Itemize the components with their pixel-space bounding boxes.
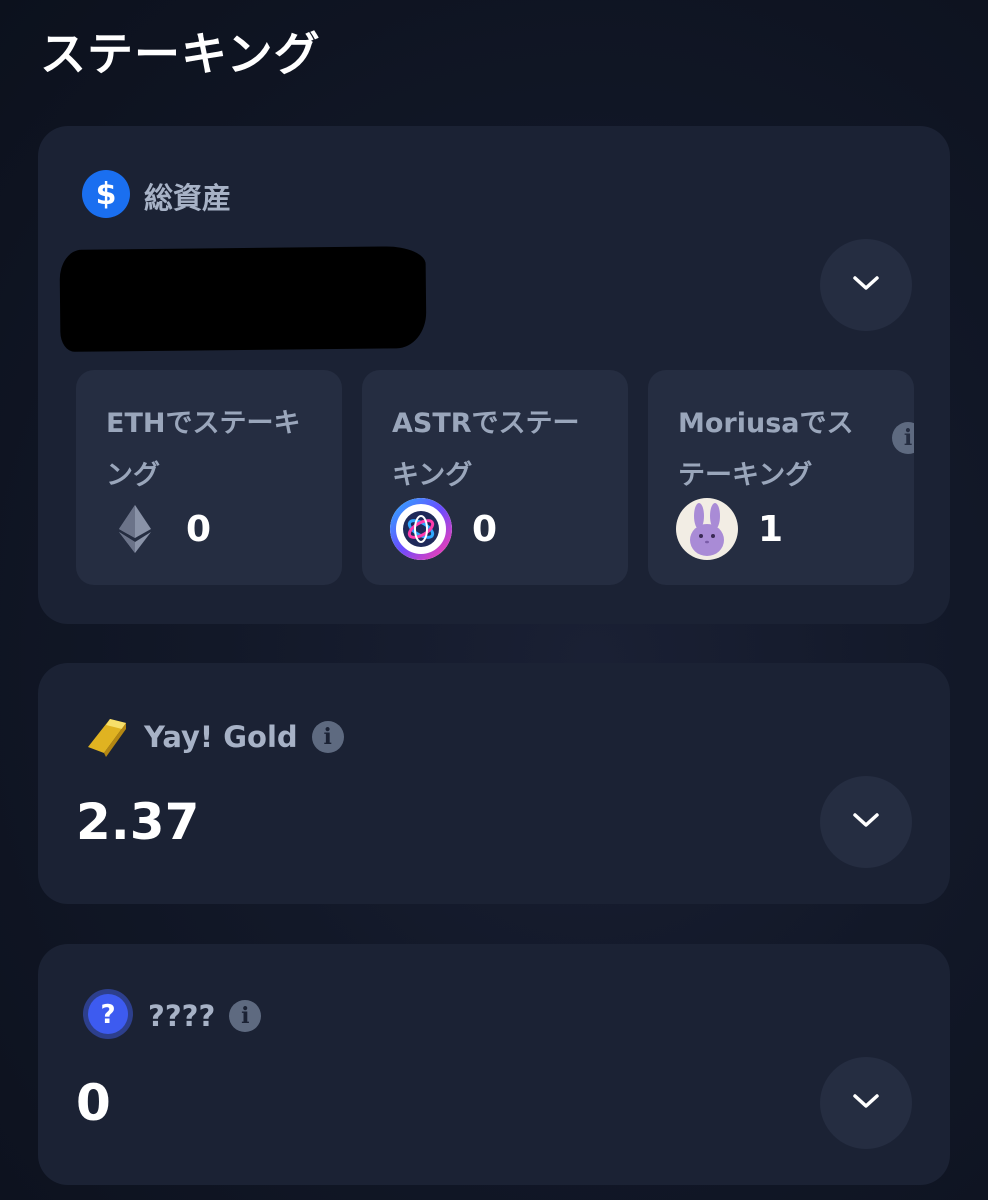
expand-unknown-asset-button[interactable]: [820, 1057, 912, 1149]
staking-breakdown: ETHでステーキング 0 ASTRでステーキング 0 Moriusaでステーキン…: [76, 370, 914, 585]
astr-staking-label: ASTRでステーキング: [392, 408, 580, 491]
redacted-total-value: [59, 246, 427, 352]
gold-bar-icon: [82, 711, 130, 763]
moriusa-staking-label: Moriusaでステーキング: [678, 408, 854, 491]
page-title: ステーキング: [40, 27, 321, 81]
unknown-asset-value: 0: [76, 1074, 111, 1132]
yay-gold-label: Yay! Gold: [144, 720, 298, 754]
dollar-icon: $: [82, 170, 130, 222]
info-icon[interactable]: i: [229, 1000, 262, 1032]
yay-gold-value: 2.37: [76, 793, 200, 851]
total-assets-header: $ 総資産: [82, 170, 231, 222]
yay-gold-header: Yay! Gold i: [82, 711, 344, 763]
svg-text:$: $: [96, 177, 117, 212]
expand-yay-gold-button[interactable]: [820, 776, 912, 868]
svg-text:?: ?: [100, 1000, 115, 1030]
unknown-asset-card: ? ???? i 0: [38, 944, 950, 1185]
astr-staking-value: 0: [472, 508, 498, 550]
info-icon[interactable]: i: [311, 721, 344, 753]
unknown-asset-label: ????: [148, 999, 216, 1033]
moriusa-staking-card[interactable]: Moriusaでステーキング i 1: [648, 370, 914, 585]
moriusa-staking-value: 1: [758, 508, 784, 550]
eth-staking-label: ETHでステーキング: [106, 408, 301, 491]
total-assets-card: $ 総資産 ETHでステーキング 0 ASTRでステーキング 0 Moriusa…: [38, 126, 950, 624]
chevron-down-icon: [851, 1091, 881, 1115]
total-assets-label: 総資産: [144, 181, 232, 215]
astar-icon: [390, 498, 452, 560]
chevron-down-icon: [851, 273, 881, 297]
yay-gold-card: Yay! Gold i 2.37: [38, 663, 950, 904]
info-icon[interactable]: i: [892, 422, 914, 454]
eth-staking-card[interactable]: ETHでステーキング 0: [76, 370, 342, 585]
question-icon: ?: [82, 988, 134, 1044]
eth-staking-value: 0: [186, 508, 212, 550]
astr-staking-card[interactable]: ASTRでステーキング 0: [362, 370, 628, 585]
expand-total-assets-button[interactable]: [820, 239, 912, 331]
ethereum-icon: [104, 498, 166, 560]
chevron-down-icon: [851, 810, 881, 834]
moriusa-icon: [676, 498, 738, 560]
unknown-asset-header: ? ???? i: [82, 988, 262, 1044]
